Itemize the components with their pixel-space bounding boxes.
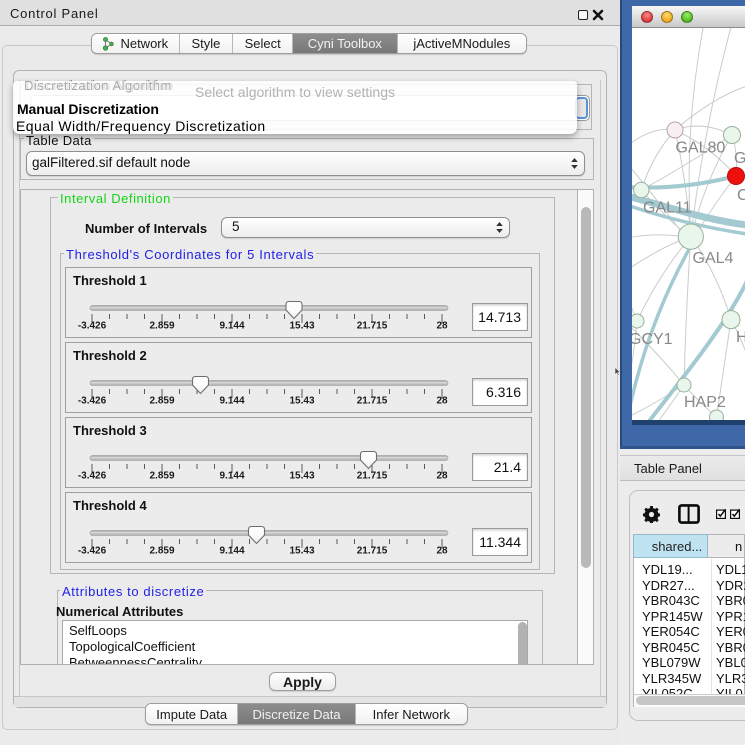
svg-text:H: H [736, 329, 745, 346]
svg-text:15.43: 15.43 [289, 396, 314, 407]
svg-text:GAL4: GAL4 [693, 250, 734, 267]
svg-text:28: 28 [436, 546, 448, 557]
svg-text:21.715: 21.715 [357, 546, 388, 557]
svg-text:HAP2: HAP2 [684, 394, 726, 411]
svg-text:28: 28 [436, 321, 448, 332]
svg-text:2.859: 2.859 [149, 471, 174, 482]
svg-text:GAL80: GAL80 [676, 140, 726, 157]
svg-text:15.43: 15.43 [289, 546, 314, 557]
svg-text:2.859: 2.859 [149, 396, 174, 407]
svg-text:21.715: 21.715 [357, 321, 388, 332]
svg-text:9.144: 9.144 [219, 396, 244, 407]
svg-text:9.144: 9.144 [219, 471, 244, 482]
svg-text:9.144: 9.144 [219, 321, 244, 332]
svg-text:2.859: 2.859 [149, 546, 174, 557]
svg-text:28: 28 [436, 396, 448, 407]
svg-text:GAL11: GAL11 [643, 200, 692, 217]
svg-text:-3.426: -3.426 [78, 471, 107, 482]
svg-text:15.43: 15.43 [289, 471, 314, 482]
svg-text:21.715: 21.715 [357, 471, 388, 482]
svg-text:G..: G.. [734, 150, 745, 167]
svg-text:15.43: 15.43 [289, 321, 314, 332]
svg-text:-3.426: -3.426 [78, 546, 107, 557]
svg-text:2.859: 2.859 [149, 321, 174, 332]
svg-text:-3.426: -3.426 [78, 321, 107, 332]
svg-text:21.715: 21.715 [357, 396, 388, 407]
svg-text:9.144: 9.144 [219, 546, 244, 557]
svg-text:28: 28 [436, 471, 448, 482]
svg-text:C: C [737, 187, 745, 204]
svg-text:GCY1: GCY1 [632, 331, 673, 348]
svg-text:-3.426: -3.426 [78, 396, 107, 407]
